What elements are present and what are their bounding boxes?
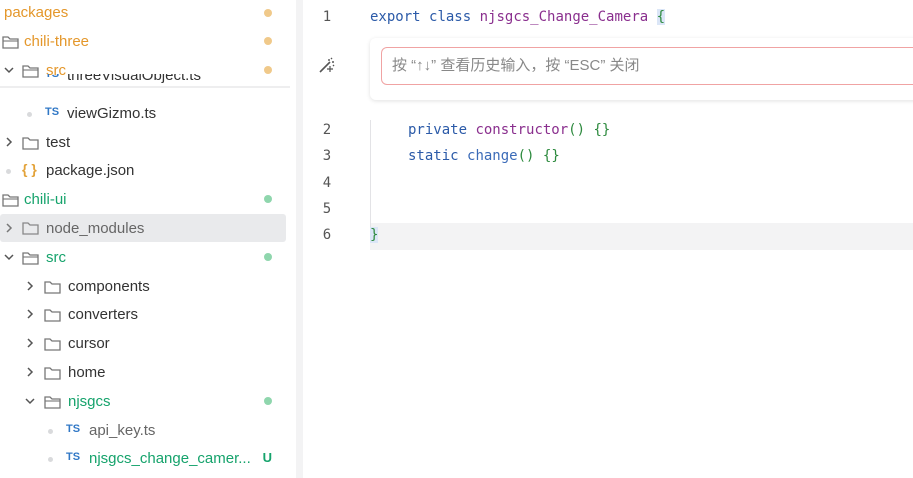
tree-item-label: viewGizmo.ts bbox=[67, 105, 157, 122]
bullet-icon bbox=[48, 429, 53, 434]
current-line-highlight bbox=[370, 223, 913, 250]
constructor-name: constructor bbox=[475, 122, 569, 138]
chevron-right-icon bbox=[27, 338, 34, 348]
tree-item-chili-three[interactable]: chili-three bbox=[0, 28, 290, 55]
tree-item-api-key[interactable]: TS api_key.ts bbox=[0, 417, 290, 444]
status-dot bbox=[264, 9, 272, 17]
bullet-icon bbox=[48, 457, 53, 462]
method-name: change bbox=[467, 148, 518, 164]
tree-item-njsgcs[interactable]: njsgcs bbox=[0, 388, 290, 415]
tree-item-components[interactable]: components bbox=[0, 273, 290, 300]
tree-item-label: cursor bbox=[68, 335, 110, 352]
code-line-6[interactable]: } bbox=[370, 227, 379, 243]
tree-item-njsgcs-change-camera[interactable]: TS njsgcs_change_camer... U bbox=[0, 445, 290, 472]
folder-open-icon bbox=[22, 252, 39, 265]
sticky-scroll-shadow bbox=[0, 86, 290, 88]
tree-item-package-json[interactable]: { } package.json bbox=[0, 157, 290, 184]
inline-chat-input[interactable]: 按 “↑↓” 查看历史输入，按 “ESC” 关闭 bbox=[381, 47, 913, 85]
chevron-down-icon bbox=[25, 398, 35, 405]
class-name: njsgcs_Change_Camera bbox=[479, 9, 649, 25]
indent-guide bbox=[370, 120, 371, 230]
tree-item-label: package.json bbox=[46, 162, 135, 179]
json-file-icon: { } bbox=[22, 161, 37, 177]
status-dot bbox=[264, 195, 272, 203]
open-brace: { bbox=[656, 9, 666, 25]
status-dot bbox=[264, 253, 272, 261]
ts-file-icon: TS bbox=[45, 74, 60, 80]
line-number: 5 bbox=[322, 201, 332, 217]
tree-item-label: converters bbox=[68, 306, 139, 323]
code-line-1[interactable]: export class njsgcs_Change_Camera { bbox=[370, 9, 666, 25]
chevron-right-icon bbox=[6, 137, 13, 147]
panel-divider[interactable] bbox=[296, 0, 303, 478]
chevron-down-icon bbox=[4, 254, 14, 261]
tree-item-label: packages bbox=[4, 4, 69, 21]
chevron-right-icon bbox=[27, 281, 34, 291]
folder-icon bbox=[22, 137, 39, 150]
tree-item-node-modules[interactable]: node_modules bbox=[0, 214, 286, 242]
code-line-3[interactable]: static change() {} bbox=[408, 148, 560, 164]
keyword-private: private bbox=[408, 122, 468, 138]
line-number: 4 bbox=[322, 175, 332, 191]
code-editor[interactable]: 1 export class njsgcs_Change_Camera { 按 … bbox=[303, 0, 913, 478]
folder-open-icon bbox=[44, 396, 61, 409]
tree-item-packages[interactable]: packages bbox=[0, 0, 290, 27]
tree-item-label: node_modules bbox=[46, 220, 145, 237]
line-number: 3 bbox=[322, 148, 332, 164]
status-dot bbox=[264, 37, 272, 45]
tree-item-cursor[interactable]: cursor bbox=[0, 330, 290, 357]
tree-item-viewgizmo[interactable]: TS viewGizmo.ts bbox=[0, 100, 290, 127]
tree-item-label: components bbox=[68, 278, 150, 295]
keyword-class: class bbox=[429, 9, 472, 25]
body-braces: {} bbox=[593, 122, 611, 138]
tree-item-home[interactable]: home bbox=[0, 359, 290, 386]
tree-item-chili-ui[interactable]: chili-ui bbox=[0, 186, 290, 213]
line-number: 1 bbox=[322, 9, 332, 25]
chevron-right-icon bbox=[6, 223, 13, 233]
bullet-icon bbox=[6, 169, 11, 174]
parens: () bbox=[517, 148, 535, 164]
tree-item-label: src bbox=[46, 249, 66, 266]
keyword-static: static bbox=[408, 148, 459, 164]
ts-file-icon: TS bbox=[66, 423, 81, 435]
untracked-badge: U bbox=[262, 450, 272, 465]
code-line-2[interactable]: private constructor() {} bbox=[408, 122, 610, 138]
ts-file-icon: TS bbox=[45, 106, 60, 118]
folder-open-icon bbox=[2, 194, 19, 207]
tree-item-label: threeVisualObject.ts bbox=[67, 74, 201, 84]
folder-icon bbox=[22, 222, 39, 235]
tree-item-label: home bbox=[68, 364, 106, 381]
status-dot bbox=[264, 397, 272, 405]
file-explorer: packages chili-three src TS threeVisualO… bbox=[0, 0, 296, 478]
folder-icon bbox=[44, 367, 61, 380]
line-number: 2 bbox=[322, 122, 332, 138]
ts-file-icon: TS bbox=[66, 451, 81, 463]
tree-item-converters[interactable]: converters bbox=[0, 301, 290, 328]
parens: () bbox=[568, 122, 586, 138]
folder-icon bbox=[44, 338, 61, 351]
inline-chat-widget: 按 “↑↓” 查看历史输入，按 “ESC” 关闭 bbox=[370, 38, 913, 100]
keyword-export: export bbox=[370, 9, 421, 25]
close-brace: } bbox=[370, 227, 379, 243]
line-number: 6 bbox=[322, 227, 332, 243]
magic-wand-icon[interactable] bbox=[318, 56, 336, 74]
tree-item-src[interactable]: src bbox=[0, 244, 290, 271]
tree-item-label: test bbox=[46, 134, 71, 151]
tree-item-label: api_key.ts bbox=[89, 422, 156, 439]
folder-icon bbox=[44, 309, 61, 322]
chevron-right-icon bbox=[27, 367, 34, 377]
tree-item-label: njsgcs bbox=[68, 393, 111, 410]
folder-open-icon bbox=[2, 36, 19, 49]
folder-icon bbox=[44, 281, 61, 294]
status-dot bbox=[264, 66, 272, 74]
tree-item-label: chili-ui bbox=[24, 191, 67, 208]
tree-item-test[interactable]: test bbox=[0, 129, 290, 156]
tree-item-label: chili-three bbox=[24, 33, 90, 50]
tree-item-label: njsgcs_change_camer... bbox=[89, 450, 251, 467]
chevron-right-icon bbox=[27, 309, 34, 319]
bullet-icon bbox=[27, 112, 32, 117]
body-braces: {} bbox=[542, 148, 560, 164]
